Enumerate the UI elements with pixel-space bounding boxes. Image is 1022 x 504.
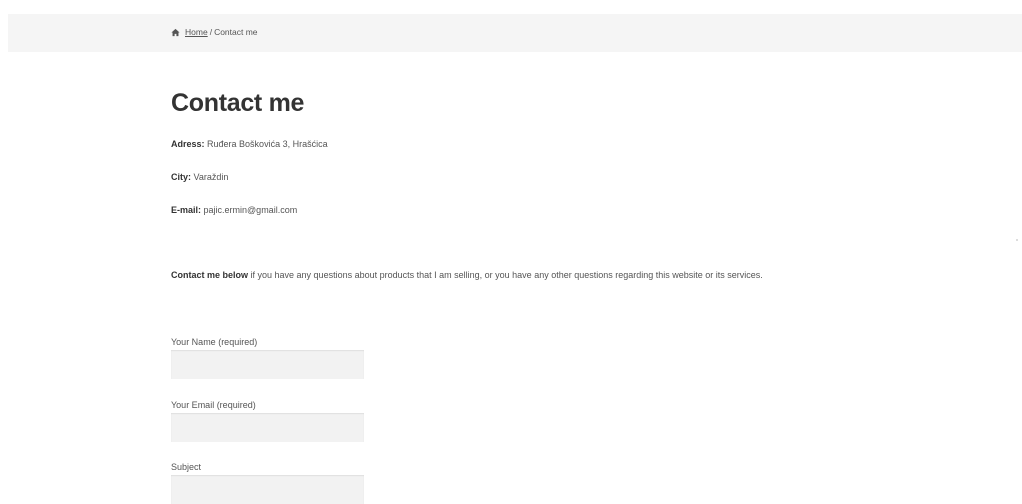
city-value: Varaždin — [193, 172, 229, 182]
breadcrumb: Home / Contact me — [171, 27, 258, 37]
email-line: E-mail: pajic.ermin@gmail.com — [171, 205, 297, 215]
email-value: pajic.ermin@gmail.com — [203, 205, 298, 215]
page-edge-marker — [1016, 239, 1018, 241]
subject-field[interactable] — [171, 475, 364, 504]
subject-field-label: Subject — [171, 462, 202, 472]
email-label: E-mail: — [171, 205, 202, 215]
name-field[interactable] — [171, 350, 364, 379]
city-line: City: Varaždin — [171, 172, 228, 182]
intro-body: if you have any questions about products… — [248, 270, 763, 280]
breadcrumb-separator: / — [209, 27, 213, 37]
email-field[interactable] — [171, 413, 364, 442]
intro-text: Contact me below if you have any questio… — [171, 270, 763, 280]
intro-bold: Contact me below — [171, 270, 249, 280]
city-label: City: — [171, 172, 191, 182]
breadcrumb-bar: Home / Contact me — [8, 14, 1022, 52]
email-field-label: Your Email (required) — [171, 400, 256, 410]
address-value: Ruđera Boškovića 3, Hrašćica — [207, 139, 328, 149]
address-label: Adress: — [171, 139, 205, 149]
address-line: Adress: Ruđera Boškovića 3, Hrašćica — [171, 139, 328, 149]
breadcrumb-current: Contact me — [214, 27, 258, 37]
name-field-label: Your Name (required) — [171, 337, 258, 347]
breadcrumb-home-link[interactable]: Home — [185, 27, 208, 37]
home-icon — [171, 28, 180, 37]
page-title: Contact me — [171, 89, 305, 117]
